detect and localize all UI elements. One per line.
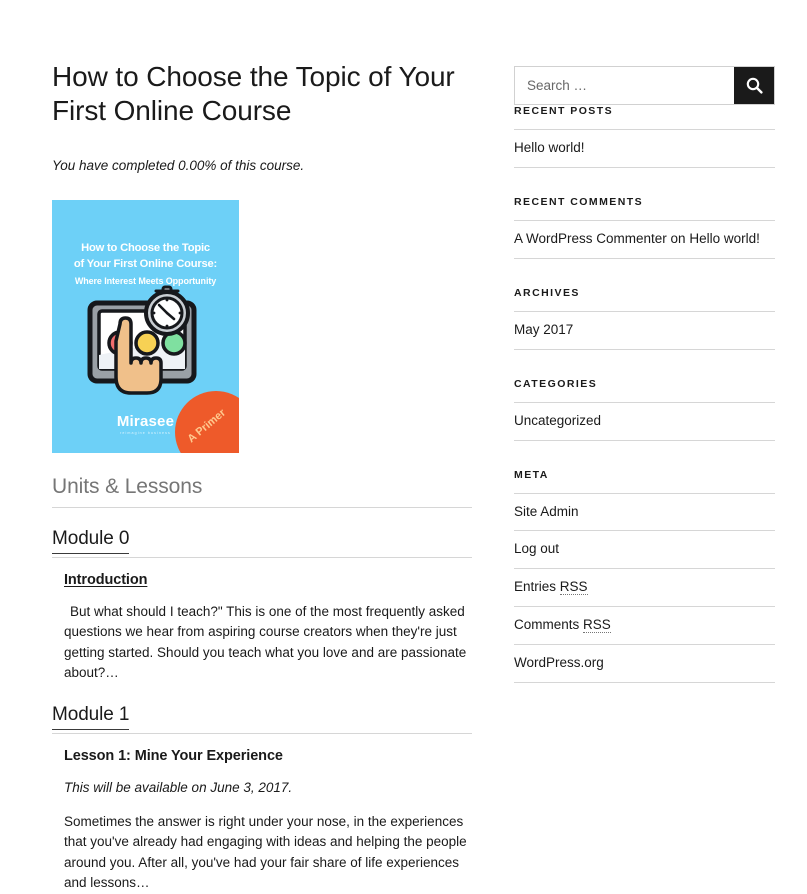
units-and-lessons-heading: Units & Lessons bbox=[52, 475, 472, 508]
page-root: How to Choose the Topic of Your First On… bbox=[0, 0, 807, 894]
module-title: Module 0 bbox=[52, 527, 472, 558]
lesson-item: Lesson 1: Mine Your Experience This will… bbox=[52, 748, 472, 894]
list-item-label: Hello world! bbox=[514, 140, 585, 155]
module-title-text: Module 1 bbox=[52, 703, 129, 730]
search-icon bbox=[746, 77, 763, 94]
module-title: Module 1 bbox=[52, 703, 472, 734]
widget-list: May 2017 bbox=[514, 310, 775, 350]
list-item-label: Comments RSS bbox=[514, 617, 611, 634]
search-button[interactable] bbox=[734, 67, 774, 104]
cover-title-line2: of Your First Online Course: bbox=[73, 257, 218, 270]
lesson-availability: This will be available on June 3, 2017. bbox=[64, 779, 293, 795]
module-section: Module 0 Introduction But what should I … bbox=[52, 527, 472, 684]
sidebar: Recent Posts Hello world! Recent Comment… bbox=[514, 66, 775, 684]
list-item[interactable]: May 2017 bbox=[514, 310, 775, 350]
list-item-entries-rss[interactable]: Entries RSS bbox=[514, 568, 775, 606]
list-item-label: A WordPress Commenter on Hello world! bbox=[514, 230, 760, 246]
module-section: Module 1 Lesson 1: Mine Your Experience … bbox=[52, 703, 472, 894]
lesson-title-link[interactable]: Introduction bbox=[64, 572, 472, 588]
list-item-label: Uncategorized bbox=[514, 412, 602, 428]
cover-title: How to Choose the Topic of Your First On… bbox=[52, 240, 239, 272]
widget-categories: Categories Uncategorized bbox=[514, 378, 775, 441]
widget-list: Uncategorized bbox=[514, 401, 775, 441]
main-content: How to Choose the Topic of Your First On… bbox=[52, 0, 472, 894]
widget-title: Categories bbox=[514, 377, 598, 390]
cover-title-line1: How to Choose the Topic bbox=[81, 241, 210, 254]
module-title-text: Module 0 bbox=[52, 527, 129, 554]
search-form bbox=[514, 66, 775, 105]
widget-title: Archives bbox=[514, 286, 580, 299]
widget-title: Meta bbox=[514, 468, 549, 481]
list-item-label: Entries RSS bbox=[514, 579, 588, 596]
widget-list: Hello world! bbox=[514, 129, 775, 168]
rss-abbr: RSS bbox=[583, 617, 611, 634]
lesson-item: Introduction But what should I teach?" T… bbox=[52, 572, 472, 684]
list-item-comments-rss[interactable]: Comments RSS bbox=[514, 606, 775, 644]
list-item-site-admin[interactable]: Site Admin bbox=[514, 492, 775, 531]
list-item-log-out[interactable]: Log out bbox=[514, 530, 775, 568]
list-item-label: Site Admin bbox=[514, 503, 579, 519]
lesson-excerpt: But what should I teach?" This is one of… bbox=[64, 603, 467, 681]
widget-list: A WordPress Commenter on Hello world! bbox=[514, 219, 775, 259]
rss-abbr: RSS bbox=[559, 579, 588, 596]
widget-meta: Meta Site Admin Log out Entries RSS Comm… bbox=[514, 468, 775, 684]
widget-list: Site Admin Log out Entries RSS Comments … bbox=[514, 492, 775, 684]
search-input[interactable] bbox=[515, 67, 734, 104]
list-item-label: Log out bbox=[514, 541, 560, 557]
list-item-wordpress-org[interactable]: WordPress.org bbox=[514, 644, 775, 684]
widget-title: Recent Posts bbox=[514, 105, 614, 117]
list-item[interactable]: Hello world! bbox=[514, 129, 775, 168]
list-item-label: WordPress.org bbox=[514, 655, 604, 671]
course-cover-image[interactable]: How to Choose the Topic of Your First On… bbox=[52, 199, 239, 453]
widget-recent-posts: Recent Posts Hello world! bbox=[514, 105, 775, 168]
widget-recent-comments: Recent Comments A WordPress Commenter on… bbox=[514, 196, 775, 259]
course-progress-text: You have completed 0.00% of this course. bbox=[52, 158, 305, 174]
page-title: How to Choose the Topic of Your First On… bbox=[52, 61, 455, 127]
lesson-title[interactable]: Lesson 1: Mine Your Experience bbox=[64, 748, 472, 764]
lesson-excerpt: Sometimes the answer is right under your… bbox=[64, 813, 467, 891]
widget-archives: Archives May 2017 bbox=[514, 287, 775, 350]
list-item-label: May 2017 bbox=[514, 321, 574, 337]
list-item[interactable]: Uncategorized bbox=[514, 401, 775, 441]
list-item[interactable]: A WordPress Commenter on Hello world! bbox=[514, 219, 775, 259]
mirasee-logo-text: Mirasee bbox=[116, 412, 175, 430]
widget-title: Recent Comments bbox=[514, 195, 644, 208]
